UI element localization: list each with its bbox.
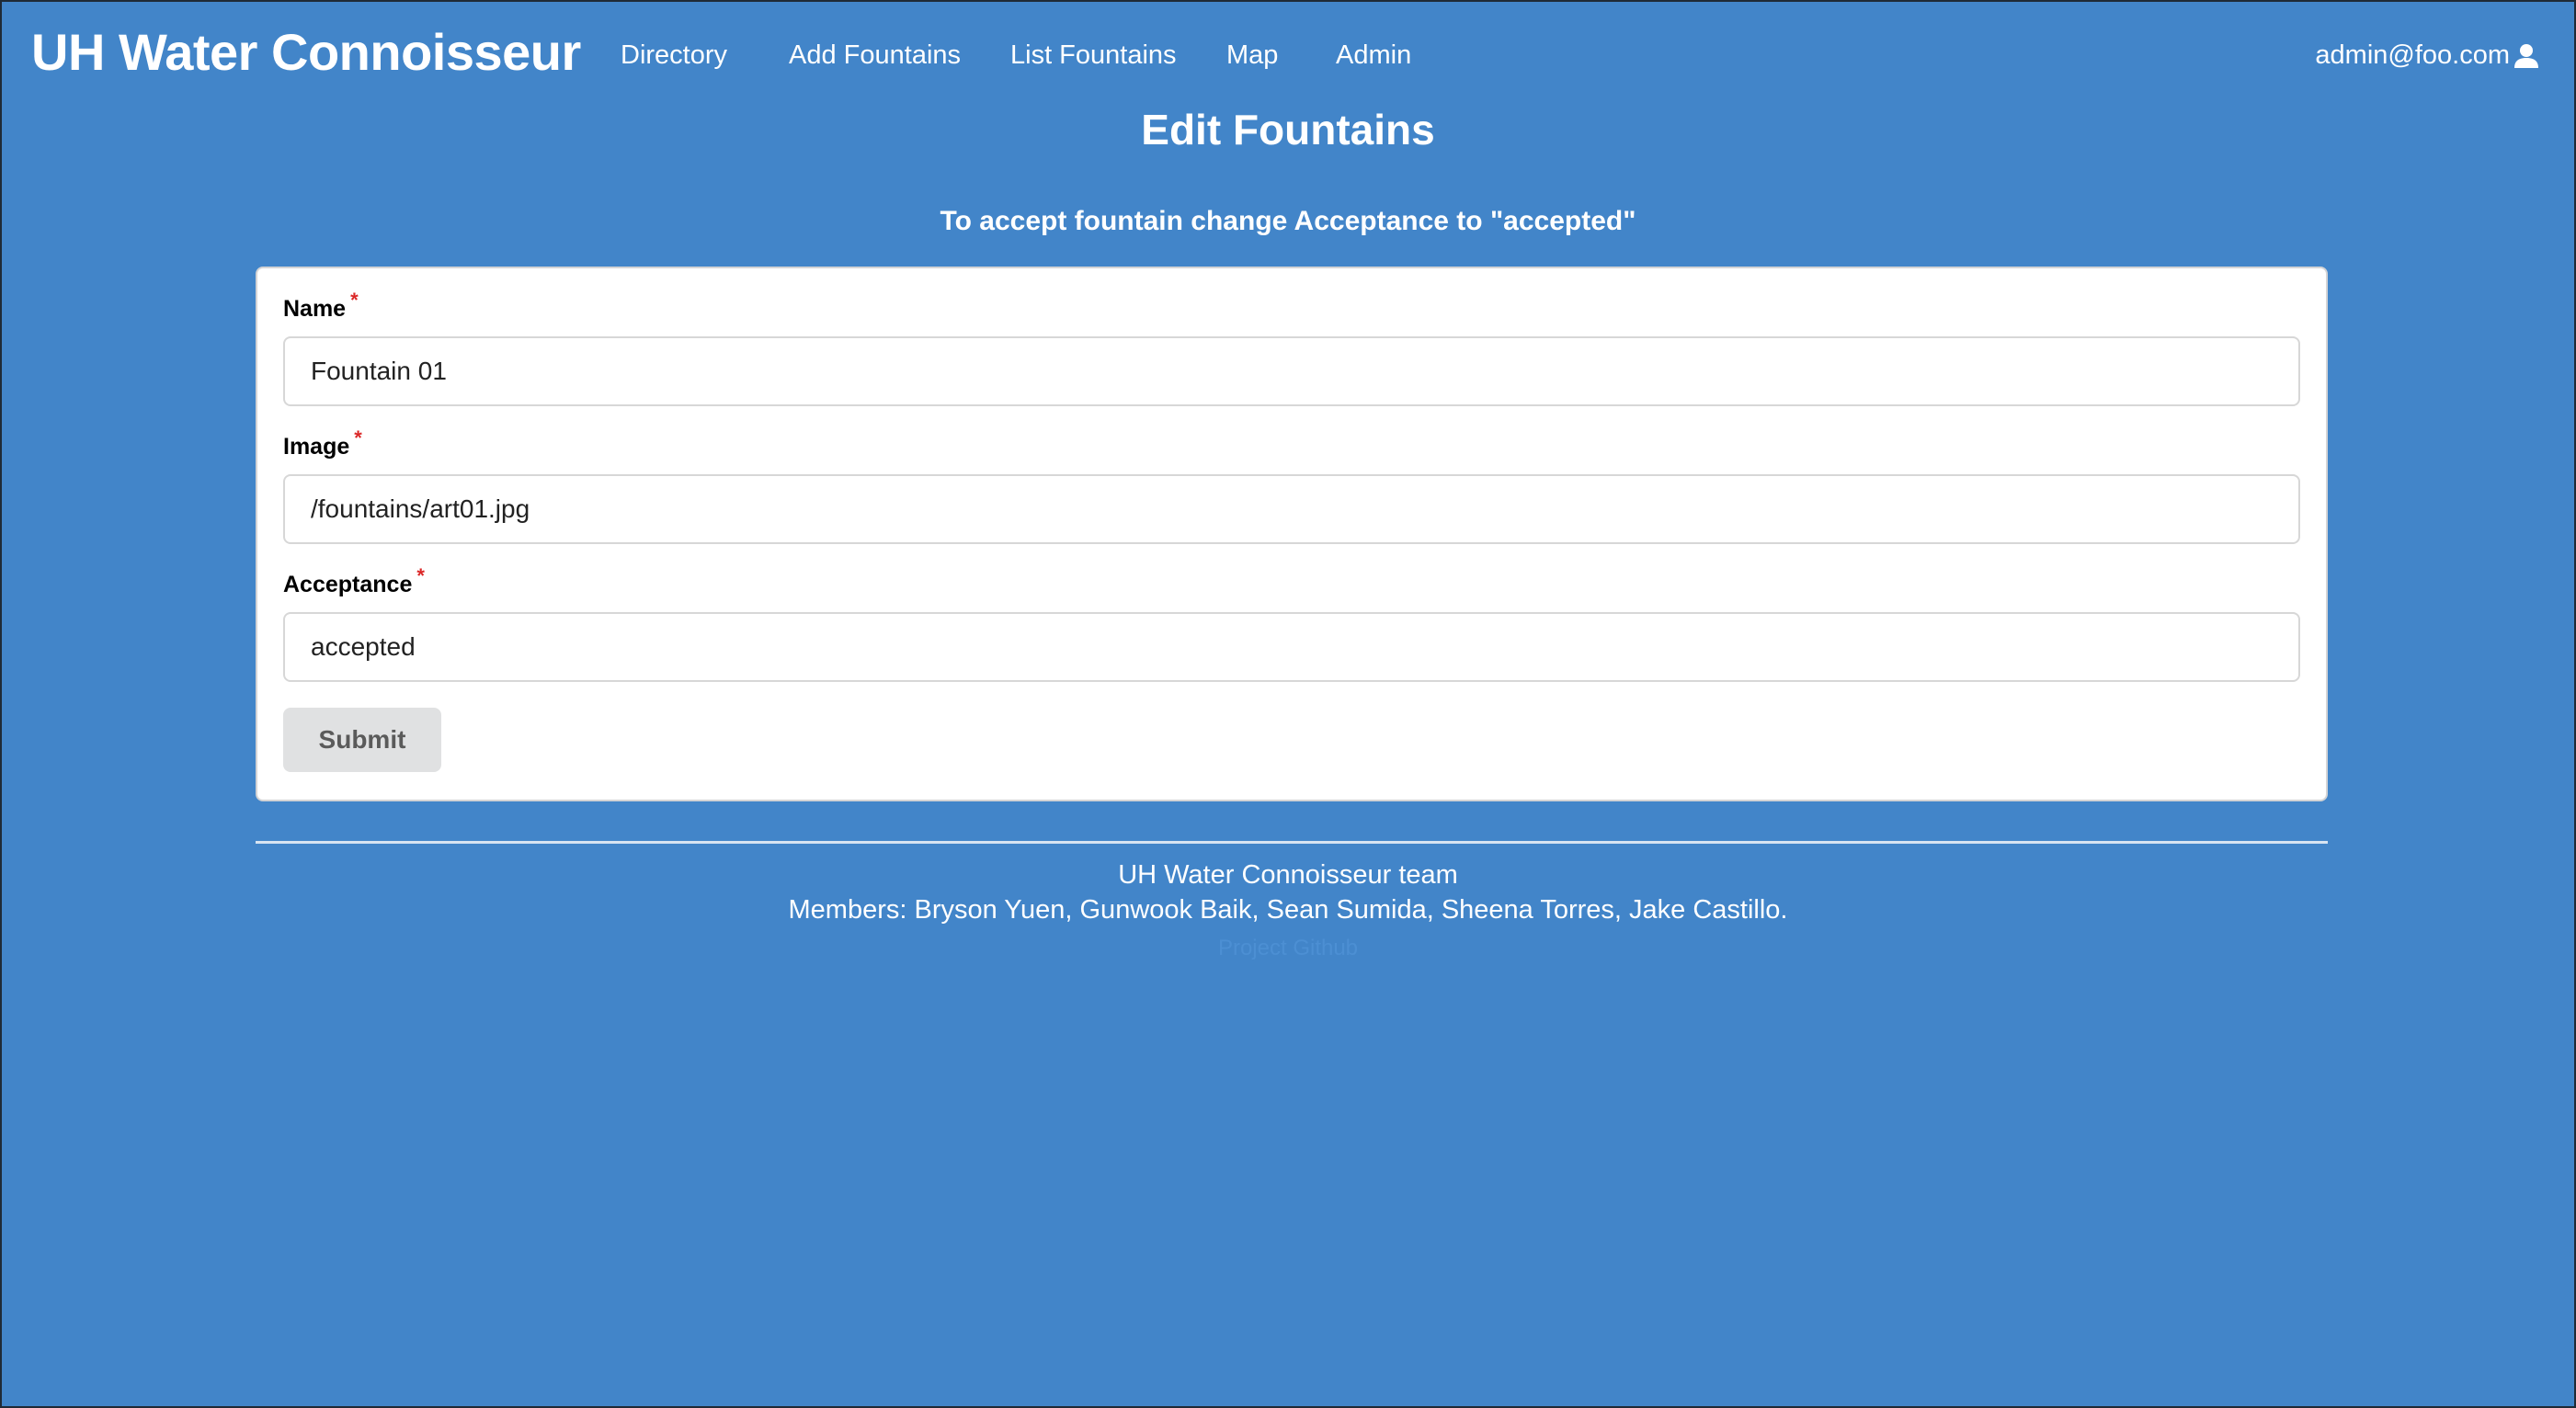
acceptance-field-label: Acceptance * [283,564,425,598]
edit-fountain-form: Name* Image* Acceptance* Submit [256,267,2328,801]
nav-admin[interactable]: Admin [1336,40,1411,71]
footer-members: Members: Bryson Yuen, Gunwook Baik, Sean… [788,895,1788,925]
user-menu-dropdown[interactable]: admin@foo.com [2315,40,2539,71]
nav-add-fountains[interactable]: Add Fountains [789,40,961,71]
page-title: Edit Fountains [1141,106,1435,153]
nav-directory[interactable]: Directory [621,40,727,71]
brand-logo[interactable]: UH Water Connoisseur [31,22,581,82]
acceptance-instruction: To accept fountain change Acceptance to … [940,206,1636,236]
top-navbar: UH Water Connoisseur Directory Add Fount… [2,2,2574,110]
name-field-label: Name * [283,289,359,323]
required-marker: * [416,564,425,587]
image-field-label: Image * [283,426,362,460]
image-label-text: Image [283,434,350,460]
nav-map[interactable]: Map [1226,40,1278,71]
name-label-text: Name [283,296,347,322]
footer-divider [256,841,2328,844]
image-input[interactable] [283,474,2300,544]
acceptance-label-text: Acceptance [283,572,413,597]
submit-button[interactable]: Submit [283,708,441,772]
required-marker: * [350,289,359,312]
name-input[interactable] [283,336,2300,406]
footer-github-link[interactable]: Project Github [2,936,2574,961]
user-email: admin@foo.com [2315,40,2510,70]
user-icon [2513,43,2539,69]
required-marker: * [354,426,362,449]
nav-list-fountains[interactable]: List Fountains [1010,40,1177,71]
acceptance-input[interactable] [283,612,2300,682]
footer-team-name: UH Water Connoisseur team [1118,860,1458,890]
